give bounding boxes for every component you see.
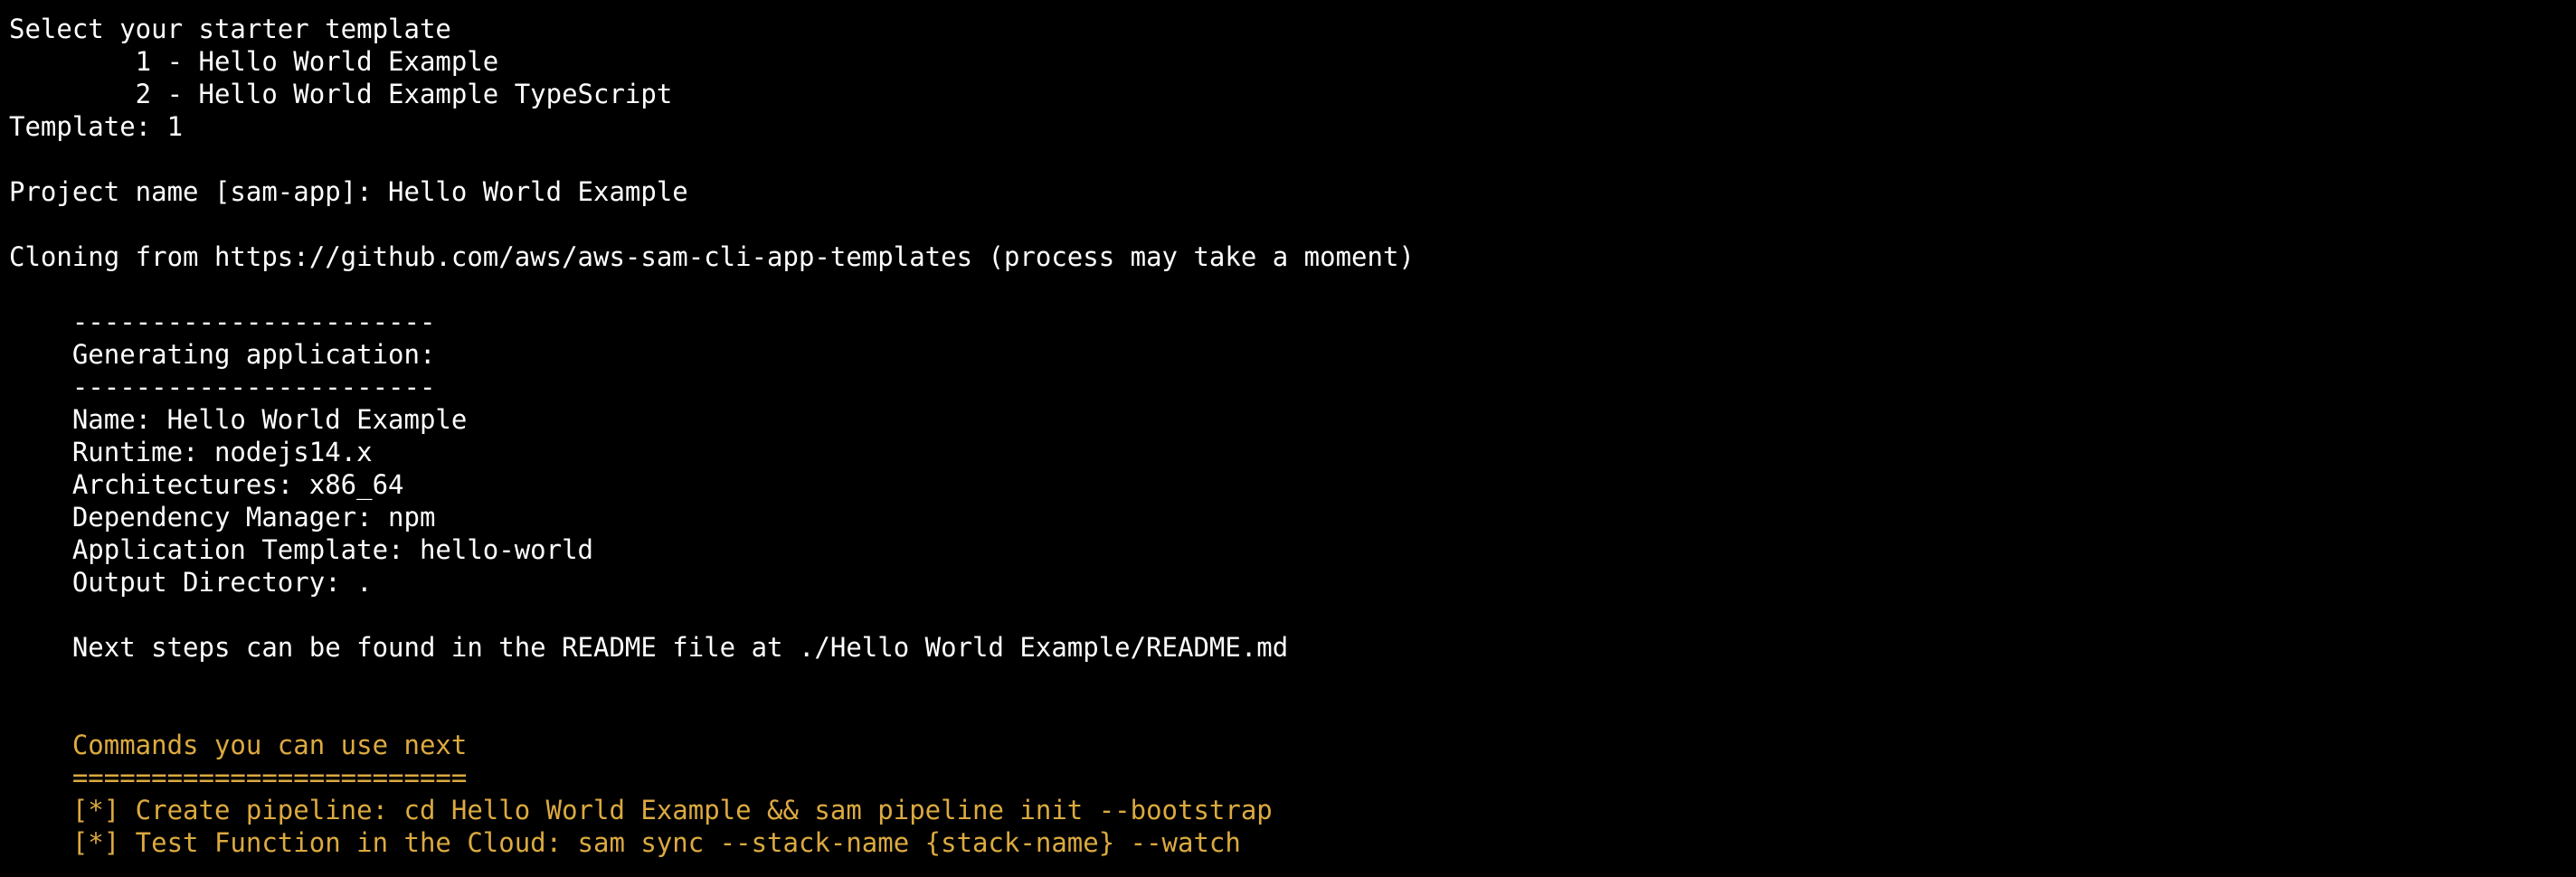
template-option-2: 2 - Hello World Example TypeScript [9,79,673,109]
command-test-function: [*] Test Function in the Cloud: sam sync… [9,827,1241,858]
template-option-1: 1 - Hello World Example [9,46,499,77]
app-output-directory: Output Directory: . [9,567,373,598]
next-steps-message: Next steps can be found in the README fi… [9,632,1289,663]
app-name: Name: Hello World Example [9,404,468,435]
commands-underline: ========================= [9,762,468,793]
terminal-window[interactable]: Select your starter template 1 - Hello W… [0,0,2576,877]
cloning-message: Cloning from https://github.com/aws/aws-… [9,241,1415,272]
template-choice: Template: 1 [9,111,184,142]
command-create-pipeline: [*] Create pipeline: cd Hello World Exam… [9,795,1273,825]
separator-line: ----------------------- [9,372,436,402]
generating-heading: Generating application: [9,339,436,370]
app-dependency-manager: Dependency Manager: npm [9,502,436,533]
app-runtime: Runtime: nodejs14.x [9,437,373,467]
separator-line: ----------------------- [9,306,436,337]
app-architectures: Architectures: x86_64 [9,469,404,500]
prompt-select-template: Select your starter template [9,14,451,44]
commands-heading: Commands you can use next [9,730,468,760]
app-template: Application Template: hello-world [9,534,594,565]
project-name-prompt: Project name [sam-app]: Hello World Exam… [9,176,688,207]
